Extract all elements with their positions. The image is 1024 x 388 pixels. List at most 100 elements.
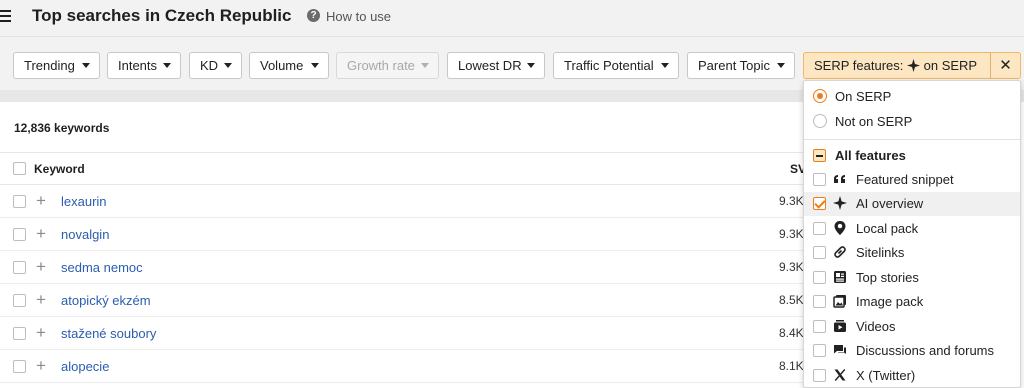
feature-label: Discussions and forums xyxy=(856,343,994,358)
filter-traffic-potential-label: Traffic Potential xyxy=(564,58,654,73)
add-icon[interactable]: + xyxy=(36,192,46,209)
feature-checkbox[interactable] xyxy=(813,344,826,357)
keyword-link[interactable]: atopický ekzém xyxy=(61,293,151,308)
image-icon xyxy=(833,295,846,308)
filter-growth-rate: Growth rate xyxy=(336,52,439,79)
feature-label: Videos xyxy=(856,319,896,334)
feature-checkbox[interactable] xyxy=(813,173,826,186)
option-on-serp[interactable]: On SERP xyxy=(804,85,1020,109)
filter-lowest-dr-label: Lowest DR xyxy=(458,58,522,73)
search-volume: 9.3K xyxy=(779,260,804,274)
row-checkbox[interactable] xyxy=(13,228,26,241)
add-icon[interactable]: + xyxy=(36,225,46,242)
filter-volume[interactable]: Volume xyxy=(249,52,329,79)
feature-top-stories[interactable]: Top stories xyxy=(804,266,1020,290)
feature-ai-overview[interactable]: AI overview xyxy=(804,192,1020,216)
search-volume: 9.3K xyxy=(779,194,804,208)
option-not-on-serp[interactable]: Not on SERP xyxy=(804,110,1020,134)
feature-checkbox[interactable] xyxy=(813,271,826,284)
search-volume: 8.5K xyxy=(779,293,804,307)
filter-intents[interactable]: Intents xyxy=(107,52,181,79)
serp-features-dropdown: On SERP Not on SERP All features Feature… xyxy=(803,80,1021,388)
filter-lowest-dr[interactable]: Lowest DR xyxy=(447,52,545,79)
feature-featured-snippet[interactable]: Featured snippet xyxy=(804,168,1020,192)
table-row: + atopický ekzém 8.5K xyxy=(0,284,805,317)
news-icon xyxy=(834,271,846,283)
feature-checkbox[interactable] xyxy=(813,222,826,235)
video-icon xyxy=(834,320,846,332)
filter-intents-label: Intents xyxy=(118,58,158,73)
chevron-down-icon xyxy=(224,63,232,68)
radio-on-serp[interactable] xyxy=(813,89,827,103)
filter-trending-label: Trending xyxy=(24,58,75,73)
filter-parent-topic[interactable]: Parent Topic xyxy=(687,52,795,79)
option-all-features-label: All features xyxy=(835,148,906,163)
top-bar: Top searches in Czech Republic ? How to … xyxy=(0,0,1024,36)
row-checkbox[interactable] xyxy=(13,261,26,274)
keyword-link[interactable]: alopecie xyxy=(61,359,109,374)
column-keyword-header[interactable]: Keyword xyxy=(34,162,85,176)
quote-icon xyxy=(834,175,845,183)
feature-checkbox[interactable] xyxy=(813,320,826,333)
serp-filter-close-button[interactable]: ✕ xyxy=(990,52,1021,79)
chevron-down-icon xyxy=(527,63,535,68)
row-checkbox[interactable] xyxy=(13,327,26,340)
feature-image-pack[interactable]: Image pack xyxy=(804,290,1020,314)
help-icon[interactable]: ? xyxy=(307,9,320,22)
filter-volume-label: Volume xyxy=(260,58,304,73)
all-features-checkbox[interactable] xyxy=(813,149,826,162)
sparkle-icon xyxy=(833,196,847,210)
filter-kd[interactable]: KD xyxy=(189,52,242,79)
add-icon[interactable]: + xyxy=(36,291,46,308)
chevron-down-icon xyxy=(82,63,90,68)
row-checkbox[interactable] xyxy=(13,195,26,208)
add-icon[interactable]: + xyxy=(36,324,46,341)
chevron-down-icon xyxy=(777,63,785,68)
search-volume: 9.3K xyxy=(779,227,804,241)
serp-filter-value: on SERP xyxy=(923,58,978,73)
feature-checkbox[interactable] xyxy=(813,369,826,382)
feature-checkbox[interactable] xyxy=(813,197,826,210)
feature-sitelinks[interactable]: Sitelinks xyxy=(804,241,1020,265)
filter-growth-rate-label: Growth rate xyxy=(347,58,415,73)
feature-discussions-and-forums[interactable]: Discussions and forums xyxy=(804,339,1020,363)
table-row: + sedma nemoc 9.3K xyxy=(0,251,805,284)
filter-kd-label: KD xyxy=(200,58,219,73)
keyword-link[interactable]: sedma nemoc xyxy=(61,260,143,275)
keyword-link[interactable]: novalgin xyxy=(61,227,109,242)
radio-not-on-serp[interactable] xyxy=(813,114,827,128)
map-pin-icon xyxy=(834,221,846,235)
filter-trending[interactable]: Trending xyxy=(13,52,100,79)
filter-traffic-potential[interactable]: Traffic Potential xyxy=(553,52,679,79)
filter-serp-features[interactable]: SERP features: on SERP xyxy=(803,52,991,79)
feature-x-twitter[interactable]: X (Twitter) xyxy=(804,364,1020,387)
feature-local-pack[interactable]: Local pack xyxy=(804,217,1020,241)
table-header: Keyword SV xyxy=(0,152,806,185)
feature-checkbox[interactable] xyxy=(813,295,826,308)
menu-icon[interactable] xyxy=(0,10,12,22)
select-all-checkbox[interactable] xyxy=(13,162,26,175)
feature-label: Sitelinks xyxy=(856,245,905,260)
keyword-link[interactable]: lexaurin xyxy=(61,194,107,209)
page-title: Top searches in Czech Republic xyxy=(32,6,292,25)
add-icon[interactable]: + xyxy=(36,258,46,275)
feature-label: X (Twitter) xyxy=(856,368,916,383)
search-volume: 8.4K xyxy=(779,326,804,340)
filter-parent-topic-label: Parent Topic xyxy=(698,58,771,73)
row-checkbox[interactable] xyxy=(13,360,26,373)
how-to-use-link[interactable]: How to use xyxy=(326,9,391,24)
chat-icon xyxy=(834,345,846,354)
feature-label: Image pack xyxy=(856,294,924,309)
keyword-count: 12,836 keywords xyxy=(14,121,110,135)
add-icon[interactable]: + xyxy=(36,357,46,374)
divider xyxy=(804,139,1020,140)
chevron-down-icon xyxy=(661,63,669,68)
feature-checkbox[interactable] xyxy=(813,246,826,259)
keyword-link[interactable]: stažené soubory xyxy=(61,326,156,341)
row-checkbox[interactable] xyxy=(13,294,26,307)
option-all-features[interactable]: All features xyxy=(804,144,1020,168)
feature-videos[interactable]: Videos xyxy=(804,315,1020,339)
link-icon xyxy=(834,246,846,258)
sparkle-icon xyxy=(907,59,920,72)
chevron-down-icon xyxy=(163,63,171,68)
